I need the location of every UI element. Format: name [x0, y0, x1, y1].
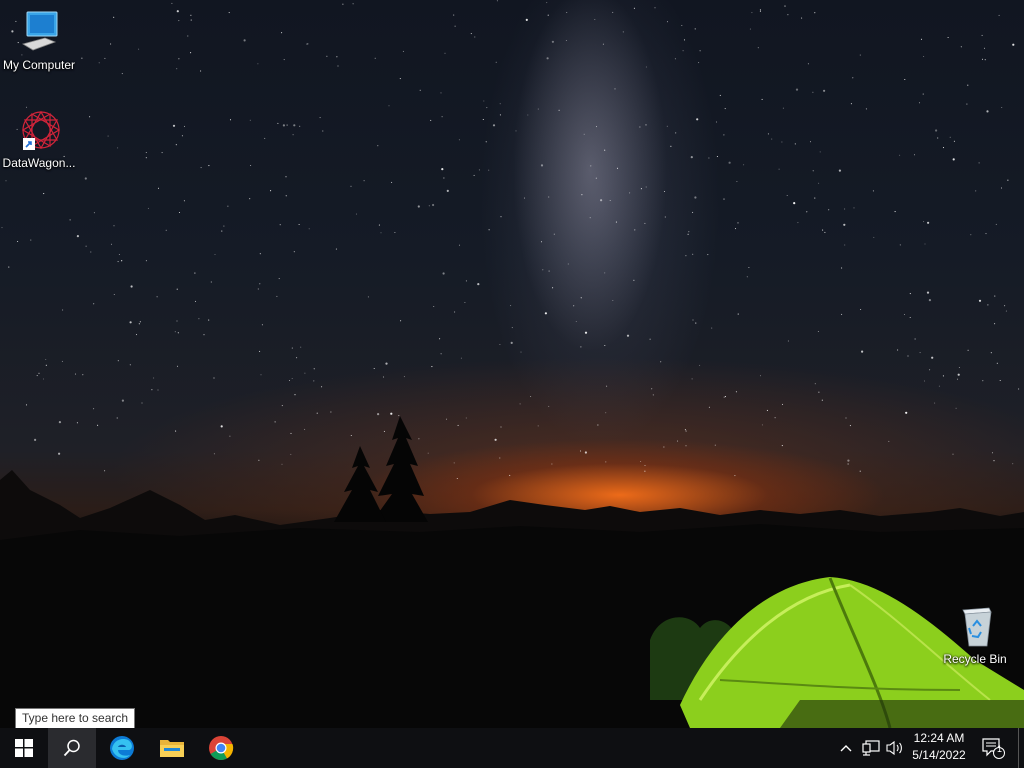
network-icon — [862, 740, 880, 756]
desktop-icon-label: Recycle Bin — [943, 652, 1007, 666]
taskbar-edge-button[interactable] — [98, 728, 146, 768]
windows-logo-icon — [15, 739, 33, 757]
taskbar-file-explorer-button[interactable] — [148, 728, 196, 768]
volume-button[interactable] — [884, 728, 906, 768]
desktop-icon-label: DataWagon... — [2, 156, 76, 170]
recycle-bin-icon — [951, 602, 999, 650]
notification-count-badge: 1 — [997, 744, 1003, 754]
clock-time: 12:24 AM — [913, 731, 965, 745]
datawagon-logo-icon — [15, 106, 63, 154]
edge-icon — [110, 736, 134, 760]
desktop-icon-datawagon[interactable]: DataWagon... — [0, 106, 78, 170]
folder-icon — [160, 740, 184, 757]
landscape — [0, 416, 1024, 728]
desktop-icon-label: My Computer — [2, 58, 76, 72]
taskbar-chrome-button[interactable] — [197, 728, 245, 768]
desktop-icon-my-computer[interactable]: My Computer — [0, 8, 78, 72]
search-tooltip: Type here to search — [15, 708, 136, 729]
monitor-icon — [15, 8, 63, 56]
desktop-wallpaper — [0, 0, 1024, 728]
show-desktop-button[interactable] — [1018, 728, 1024, 768]
taskbar: 12:24 AM 5/14/2022 1 — [0, 728, 1024, 768]
volume-icon — [886, 740, 902, 756]
chevron-up-icon — [840, 745, 852, 752]
network-button[interactable] — [860, 728, 882, 768]
desktop-icon-recycle-bin[interactable]: Recycle Bin — [936, 602, 1014, 666]
search-icon — [63, 739, 80, 757]
chrome-icon — [209, 736, 234, 761]
action-center-button[interactable]: 1 — [978, 728, 1008, 768]
show-hidden-icons-button[interactable] — [836, 728, 856, 768]
start-button[interactable] — [0, 728, 48, 768]
clock-button[interactable]: 12:24 AM 5/14/2022 — [906, 730, 972, 766]
search-button[interactable] — [48, 728, 96, 768]
clock-date: 5/14/2022 — [912, 748, 966, 762]
